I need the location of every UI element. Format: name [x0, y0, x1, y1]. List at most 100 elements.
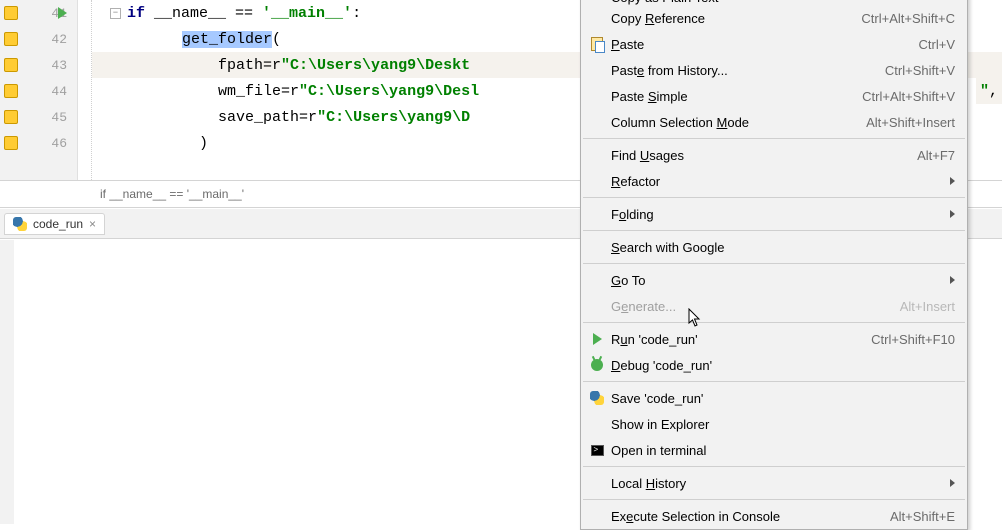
line-number: 46 — [51, 136, 67, 151]
menu-label: Run 'code_run' — [611, 332, 698, 347]
gutter-row[interactable]: 42 — [0, 26, 77, 52]
menu-shortcut: Ctrl+Alt+Shift+C — [861, 11, 955, 26]
menu-label: Open in terminal — [611, 443, 706, 458]
line-number: 42 — [51, 32, 67, 47]
paste-icon — [587, 37, 607, 51]
fold-rail — [78, 0, 92, 180]
menu-label: Execute Selection in Console — [611, 509, 780, 524]
gutter-row[interactable]: 45 — [0, 104, 77, 130]
code-text: fpath=r — [218, 57, 281, 74]
gutter: 41 42 43 44 45 46 — [0, 0, 78, 180]
gutter-row[interactable]: 44 — [0, 78, 77, 104]
chevron-right-icon — [950, 276, 955, 284]
menu-item-debug[interactable]: Debug 'code_run' — [581, 352, 967, 378]
run-icon — [587, 333, 607, 345]
menu-item-search-google[interactable]: Search with Google — [581, 234, 967, 260]
menu-separator — [583, 381, 965, 382]
menu-item-execute-selection[interactable]: Execute Selection in Console Alt+Shift+E — [581, 503, 967, 529]
menu-shortcut: Alt+Shift+E — [890, 509, 955, 524]
gutter-row[interactable]: 46 — [0, 130, 77, 156]
menu-separator — [583, 230, 965, 231]
breadcrumb-item[interactable]: if __name__ == '__main__' — [100, 187, 244, 201]
menu-shortcut: Alt+F7 — [917, 148, 955, 163]
keyword: if — [127, 5, 145, 22]
menu-separator — [583, 322, 965, 323]
menu-item-local-history[interactable]: Local History — [581, 470, 967, 496]
context-menu: Copy as Plain Text Copy Reference Ctrl+A… — [580, 0, 968, 530]
line-number: 45 — [51, 110, 67, 125]
menu-item-paste-history[interactable]: Paste from History... Ctrl+Shift+V — [581, 57, 967, 83]
menu-item-go-to[interactable]: Go To — [581, 267, 967, 293]
indent — [110, 57, 218, 74]
menu-item-refactor[interactable]: Refactor — [581, 168, 967, 194]
run-gutter-icon[interactable] — [58, 7, 67, 19]
menu-item-run[interactable]: Run 'code_run' Ctrl+Shift+F10 — [581, 326, 967, 352]
chevron-right-icon — [950, 479, 955, 487]
close-icon[interactable]: × — [89, 217, 96, 231]
menu-shortcut: Ctrl+Shift+F10 — [871, 332, 955, 347]
menu-separator — [583, 263, 965, 264]
menu-label: Show in Explorer — [611, 417, 709, 432]
string-literal: "C:\Users\yang9\Deskt — [281, 57, 470, 74]
menu-item-open-in-terminal[interactable]: Open in terminal — [581, 437, 967, 463]
menu-label: Column Selection Mode — [611, 115, 749, 130]
menu-label: Local History — [611, 476, 686, 491]
string-literal: "C:\Users\yang9\D — [317, 109, 470, 126]
code-text: __name__ == — [145, 5, 262, 22]
string-literal: " — [980, 83, 989, 100]
string-literal: '__main__' — [262, 5, 352, 22]
menu-shortcut: Ctrl+Shift+V — [885, 63, 955, 78]
menu-label: Search with Google — [611, 240, 724, 255]
menu-item-paste[interactable]: Paste Ctrl+V — [581, 31, 967, 57]
menu-label: Folding — [611, 207, 654, 222]
code-text: save_path=r — [218, 109, 317, 126]
chevron-right-icon — [950, 210, 955, 218]
menu-item-find-usages[interactable]: Find Usages Alt+F7 — [581, 142, 967, 168]
indent — [110, 31, 182, 48]
menu-label: Debug 'code_run' — [611, 358, 712, 373]
string-literal: "C:\Users\yang9\Desl — [299, 83, 479, 100]
code-text: , — [989, 83, 998, 100]
menu-item-copy-reference[interactable]: Copy Reference Ctrl+Alt+Shift+C — [581, 5, 967, 31]
menu-separator — [583, 466, 965, 467]
indent — [110, 83, 218, 100]
bug-icon — [587, 359, 607, 371]
menu-separator — [583, 499, 965, 500]
line-number: 44 — [51, 84, 67, 99]
terminal-icon — [587, 445, 607, 456]
menu-shortcut: Alt+Insert — [900, 299, 955, 314]
menu-label: Paste — [611, 37, 644, 52]
gutter-row[interactable]: 43 — [0, 52, 77, 78]
menu-shortcut: Ctrl+Alt+Shift+V — [862, 89, 955, 104]
menu-separator — [583, 197, 965, 198]
indent — [110, 109, 218, 126]
menu-item-save-code-run[interactable]: Save 'code_run' — [581, 385, 967, 411]
menu-label: Save 'code_run' — [611, 391, 703, 406]
code-text: : — [352, 5, 361, 22]
menu-item-column-selection[interactable]: Column Selection Mode Alt+Shift+Insert — [581, 109, 967, 135]
gutter-row[interactable]: 41 — [0, 0, 77, 26]
tool-tab-label: code_run — [33, 217, 83, 231]
menu-label: Find Usages — [611, 148, 684, 163]
code-text: ) — [127, 135, 208, 152]
code-text: wm_file=r — [218, 83, 299, 100]
menu-separator — [583, 138, 965, 139]
python-icon — [13, 217, 27, 231]
menu-item-paste-simple[interactable]: Paste Simple Ctrl+Alt+Shift+V — [581, 83, 967, 109]
python-icon — [587, 391, 607, 405]
code-text: ( — [272, 31, 281, 48]
menu-shortcut: Alt+Shift+Insert — [866, 115, 955, 130]
menu-item-generate: Generate... Alt+Insert — [581, 293, 967, 319]
menu-label: Generate... — [611, 299, 676, 314]
menu-label: Paste Simple — [611, 89, 688, 104]
fold-toggle-icon[interactable]: − — [110, 8, 121, 19]
menu-label: Go To — [611, 273, 645, 288]
menu-item-show-in-explorer[interactable]: Show in Explorer — [581, 411, 967, 437]
chevron-right-icon — [950, 177, 955, 185]
code-tail-fragment: " , — [976, 78, 1002, 104]
selected-text: get_folder — [182, 31, 272, 48]
menu-item-folding[interactable]: Folding — [581, 201, 967, 227]
menu-shortcut: Ctrl+V — [919, 37, 955, 52]
tool-tab-code-run[interactable]: code_run × — [4, 213, 105, 235]
menu-label: Paste from History... — [611, 63, 728, 78]
